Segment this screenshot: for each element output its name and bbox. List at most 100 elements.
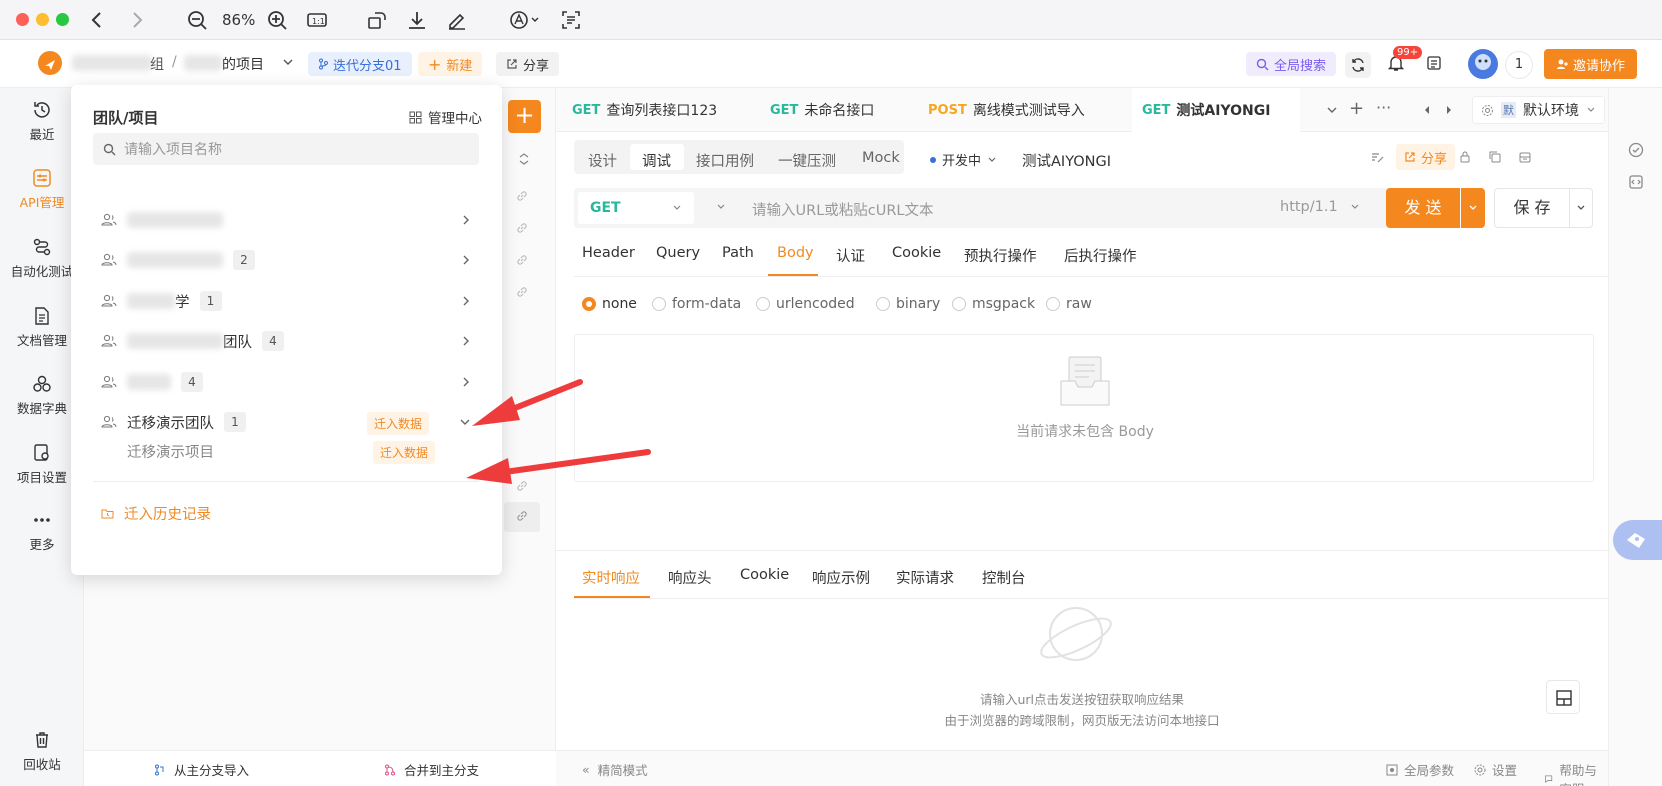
check-circle-icon[interactable] [1628,142,1644,158]
share-header-button[interactable]: 分享 [496,52,560,76]
tab-response-headers[interactable]: 响应头 [668,567,712,588]
tab-query[interactable]: Query [656,245,700,261]
zoom-out-icon[interactable] [186,9,208,31]
rotate-icon[interactable] [366,9,388,31]
global-params-button[interactable]: 全局参数 [1386,760,1454,779]
add-tab-icon[interactable]: + [1349,98,1364,119]
settings-button[interactable]: 设置 [1474,760,1517,779]
tab-query-list[interactable]: GET 查询列表接口123 [572,88,750,132]
project-search-input[interactable]: 请输入项目名称 [93,133,479,165]
team-row[interactable]: 学 1 [101,283,471,319]
team-row[interactable]: 2 [101,242,471,278]
maximize-window-button[interactable] [56,13,69,26]
body-type-none[interactable]: none [582,296,637,312]
back-icon[interactable] [86,9,108,31]
chevron-down-icon[interactable] [282,56,294,68]
api-name[interactable]: 测试AIYONGI [1022,150,1111,171]
tab-next-icon[interactable] [1444,104,1454,116]
save-options-icon[interactable] [1569,188,1593,228]
archive-icon[interactable] [1518,150,1532,164]
tab-debug[interactable]: 调试 [642,150,671,171]
team-row[interactable]: 4 [101,364,471,400]
code-icon[interactable] [1628,174,1644,190]
minimize-window-button[interactable] [36,13,49,26]
chevron-down-icon[interactable] [1326,104,1338,116]
tab-unnamed[interactable]: GET 未命名接口 [770,88,918,132]
avatar[interactable] [1468,49,1498,79]
tab-cookie[interactable]: Cookie [892,245,941,261]
copy-icon[interactable] [1488,150,1502,164]
tab-cases[interactable]: 接口用例 [696,150,754,171]
text-select-icon[interactable] [560,9,582,31]
migrate-team-data-button[interactable]: 迁入数据 [367,412,430,435]
environment-selector[interactable]: 默 默认环境 [1472,96,1605,124]
assistant-icon[interactable] [1613,520,1662,560]
body-type-binary[interactable]: binary [876,296,940,312]
body-type-msgpack[interactable]: msgpack [952,296,1035,312]
url-input[interactable]: 请输入URL或粘贴cURL文本 [752,199,934,220]
chevron-right-icon[interactable] [461,214,471,226]
chevron-down-icon[interactable] [716,202,726,212]
tab-prev-icon[interactable] [1422,104,1432,116]
body-type-raw[interactable]: raw [1046,296,1092,312]
migrate-project-data-button[interactable]: 迁入数据 [373,441,436,464]
close-window-button[interactable] [16,13,29,26]
help-button[interactable]: 帮助与客服 [1544,760,1608,786]
tab-pre-script[interactable]: 预执行操作 [964,245,1037,266]
tab-auth[interactable]: 认证 [836,245,865,266]
send-options-icon[interactable] [1461,188,1485,228]
chevron-right-icon[interactable] [461,295,471,307]
document-icon[interactable] [1426,55,1442,71]
chevron-right-icon[interactable] [461,376,471,388]
import-from-main-button[interactable]: 从主分支导入 [154,760,249,779]
merge-to-main-button[interactable]: 合并到主分支 [384,760,479,779]
edit-icon[interactable] [1370,150,1384,164]
layout-toggle-icon[interactable] [1546,680,1580,714]
tab-design[interactable]: 设计 [588,150,617,171]
tab-stress[interactable]: 一键压测 [778,150,836,171]
sidebar-item-trash[interactable]: 回收站 [0,730,84,773]
refresh-icon[interactable] [1345,52,1371,78]
body-type-form-data[interactable]: form-data [652,296,741,312]
tab-actual-request[interactable]: 实际请求 [896,567,954,588]
forward-icon[interactable] [126,9,148,31]
tab-body[interactable]: Body [777,245,814,261]
body-type-urlencoded[interactable]: urlencoded [756,296,855,312]
chevron-down-icon[interactable] [459,417,471,427]
zoom-in-icon[interactable] [266,9,288,31]
actual-size-icon[interactable]: 1:1 [306,9,328,31]
chevron-right-icon[interactable] [461,254,471,266]
migration-history-link[interactable]: 迁入历史记录 [101,503,211,524]
tab-response-cookie[interactable]: Cookie [740,567,789,583]
protocol-select[interactable]: http/1.1 [1280,199,1360,215]
save-button[interactable]: 保 存 [1494,188,1570,228]
tab-path[interactable]: Path [722,245,754,261]
tab-realtime-response[interactable]: 实时响应 [582,567,640,588]
new-button[interactable]: + 新建 [418,52,483,76]
manage-center-link[interactable]: 管理中心 [409,107,482,127]
markup-icon[interactable] [446,9,468,31]
migrate-project-name[interactable]: 迁移演示项目 [127,441,214,462]
chevron-right-icon[interactable] [461,335,471,347]
download-icon[interactable] [406,9,428,31]
status-dropdown[interactable]: 开发中 [930,150,997,169]
tab-response-examples[interactable]: 响应示例 [812,567,870,588]
invite-button[interactable]: 邀请协作 [1544,49,1638,79]
more-tabs-icon[interactable]: ··· [1376,98,1391,117]
tab-mock[interactable]: Mock [862,150,900,166]
method-select[interactable]: GET [578,192,694,224]
global-search-button[interactable]: 全局搜索 [1246,52,1337,76]
tab-post-script[interactable]: 后执行操作 [1064,245,1137,266]
breadcrumb-team[interactable]: 组 [150,54,164,74]
tab-header[interactable]: Header [582,245,635,261]
team-row[interactable]: 团队 4 [101,323,471,359]
collaborator-count[interactable]: 1 [1505,51,1533,79]
tab-test-aiyongi[interactable]: GET 测试AIYONGI [1132,88,1300,132]
tab-console[interactable]: 控制台 [982,567,1026,588]
add-api-button[interactable]: + [508,100,541,133]
team-row[interactable] [101,202,471,238]
breadcrumb-project[interactable]: 的项目 [222,54,264,74]
lock-icon[interactable] [1458,150,1472,164]
compact-mode-toggle[interactable]: « 精简模式 [582,760,648,779]
tab-offline-import[interactable]: POST 离线模式测试导入 [928,88,1124,132]
